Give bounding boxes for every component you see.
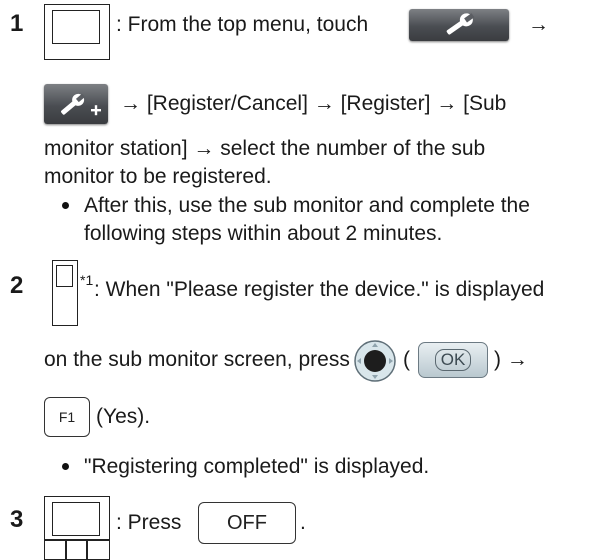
wrench-icon: [446, 13, 475, 35]
ok-button[interactable]: OK: [418, 342, 488, 378]
step-1-text-touch: : From the top menu, touch: [116, 13, 369, 36]
step-3-number: 3: [10, 506, 24, 533]
step-1-text-sub-station: monitor station] → select the number of …: [44, 137, 486, 160]
step-1-note-line-1: After this, use the sub monitor and comp…: [84, 194, 530, 217]
settings-add-button[interactable]: [44, 84, 108, 124]
step-1-note-line-2: following steps within about 2 minutes.: [84, 222, 443, 245]
step-1-text-register-path: → [Register/Cancel] → [Register] → [Sub: [120, 92, 507, 115]
step-2-paren-close-arrow: ) →: [494, 348, 528, 371]
step-2-paren-open: (: [403, 348, 410, 371]
main-monitor-device-icon: [44, 4, 110, 60]
step-2-text-when: : When "Please register the device." is …: [94, 278, 545, 301]
step-2-note-bullet: [62, 463, 69, 470]
off-button-label: OFF: [227, 511, 267, 534]
step-2-number: 2: [10, 272, 24, 299]
step-2-footnote: *1: [80, 272, 94, 288]
wrench-plus-icon: [61, 93, 101, 116]
sub-monitor-device-icon: [52, 260, 78, 326]
f1-key[interactable]: F1: [44, 397, 90, 437]
step-2-text-yes: (Yes).: [96, 405, 151, 428]
step-1-text-registered: monitor to be registered.: [44, 165, 272, 188]
step-1-number: 1: [10, 10, 24, 37]
off-button[interactable]: OFF: [198, 502, 296, 544]
settings-wrench-button[interactable]: [409, 9, 509, 41]
step-1-arrow: →: [528, 13, 549, 36]
main-monitor-device-icon-2: [44, 496, 110, 560]
f1-key-label: F1: [58, 409, 76, 425]
step-2-text-press: on the sub monitor screen, press: [44, 348, 350, 371]
step-1-note-bullet: [62, 202, 69, 209]
step-3-period: .: [300, 511, 306, 534]
ok-button-label: OK: [434, 349, 472, 371]
joystick-center-button-icon[interactable]: [353, 339, 397, 383]
step-2-note-line-1: "Registering completed" is displayed.: [84, 455, 430, 478]
step-3-text-press: : Press: [116, 511, 182, 534]
